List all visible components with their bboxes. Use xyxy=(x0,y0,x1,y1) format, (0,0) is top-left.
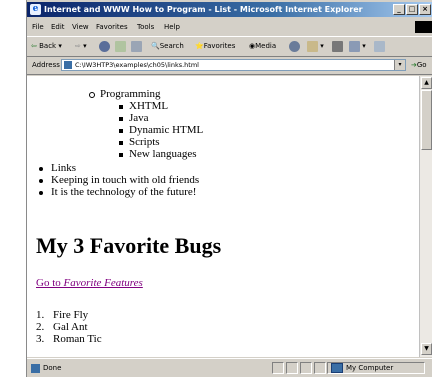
favorites-icon: ⭐ xyxy=(195,42,204,50)
list-item: Keeping in touch with old friends xyxy=(51,174,200,186)
list-item-programming: Programming xyxy=(100,88,161,100)
list-item: Java xyxy=(129,112,149,124)
menu-favorites[interactable]: Favorites xyxy=(96,20,128,34)
disc-bullet-icon xyxy=(39,179,43,183)
print-button[interactable] xyxy=(332,37,343,56)
list-item: Links xyxy=(51,162,77,174)
vertical-scrollbar[interactable]: ▲ ▼ xyxy=(419,76,432,357)
search-icon: 🔍 xyxy=(151,42,160,50)
go-button[interactable]: ➔Go xyxy=(411,60,432,71)
status-panel xyxy=(286,362,298,374)
computer-icon xyxy=(331,363,343,373)
status-bar: Done My Computer xyxy=(27,358,432,377)
discuss-icon xyxy=(374,40,385,52)
forward-button[interactable]: ⇨ ▾ xyxy=(75,37,87,56)
list-item: New languages xyxy=(129,148,197,160)
menu-tools[interactable]: Tools xyxy=(137,20,154,34)
square-bullet-icon xyxy=(119,117,123,121)
menu-file[interactable]: File xyxy=(32,20,44,34)
minimize-button[interactable]: _ xyxy=(393,4,405,15)
favorite-features-link[interactable]: Go to Favorite Features xyxy=(36,277,143,289)
page-icon xyxy=(31,363,40,373)
discuss-button[interactable] xyxy=(374,37,385,56)
menu-edit[interactable]: Edit xyxy=(51,20,65,34)
stop-button[interactable] xyxy=(99,37,110,56)
refresh-button[interactable] xyxy=(115,37,126,56)
browser-window: e Internet and WWW How to Program - List… xyxy=(26,0,432,377)
status-panel xyxy=(272,362,284,374)
list-number: 1. xyxy=(36,309,45,321)
window-title: Internet and WWW How to Program - List -… xyxy=(44,5,363,14)
list-item: It is the technology of the future! xyxy=(51,186,197,198)
history-icon xyxy=(289,40,300,52)
square-bullet-icon xyxy=(119,129,123,133)
menu-help[interactable]: Help xyxy=(164,20,180,34)
scroll-up-button[interactable]: ▲ xyxy=(421,77,432,89)
close-button[interactable]: × xyxy=(419,4,431,15)
status-panel xyxy=(314,362,326,374)
circle-bullet-icon xyxy=(89,92,95,98)
maximize-button[interactable]: □ xyxy=(406,4,418,15)
stop-icon xyxy=(99,40,110,52)
mail-button[interactable]: ▾ xyxy=(307,37,324,56)
page-icon xyxy=(64,61,72,69)
status-text: Done xyxy=(31,359,61,377)
address-bar: Address C:\IW3HTP3\examples\ch05\links.h… xyxy=(27,57,432,75)
home-button[interactable] xyxy=(131,37,142,56)
list-item: XHTML xyxy=(129,100,169,112)
address-label: Address xyxy=(32,61,60,69)
address-input[interactable]: C:\IW3HTP3\examples\ch05\links.html ▾ xyxy=(61,59,406,71)
scrollbar-thumb[interactable] xyxy=(421,90,432,150)
list-item: Gal Ant xyxy=(53,321,88,333)
back-button[interactable]: ⇦ Back ▾ xyxy=(31,37,62,56)
list-item: Dynamic HTML xyxy=(129,124,204,136)
status-panel xyxy=(300,362,312,374)
square-bullet-icon xyxy=(119,141,123,145)
page-heading: My 3 Favorite Bugs xyxy=(36,233,222,258)
forward-arrow-icon: ⇨ xyxy=(75,42,81,50)
square-bullet-icon xyxy=(119,105,123,109)
menu-bar: File Edit View Favorites Tools Help xyxy=(27,20,432,34)
print-icon xyxy=(332,40,343,52)
toolbar: ⇦ Back ▾ ⇨ ▾ 🔍Search ⭐Favorites ◉Media ▾… xyxy=(27,36,432,57)
favorites-button[interactable]: ⭐Favorites xyxy=(195,37,235,56)
scroll-down-button[interactable]: ▼ xyxy=(421,343,432,355)
list-number: 2. xyxy=(36,321,45,333)
list-number: 3. xyxy=(36,333,45,345)
disc-bullet-icon xyxy=(39,191,43,195)
windows-logo-icon xyxy=(415,21,432,33)
page-content: Programming XHTML Java Dynamic HTML Scri… xyxy=(27,76,419,357)
address-dropdown-button[interactable]: ▾ xyxy=(394,60,405,70)
list-item: Fire Fly xyxy=(53,309,89,321)
refresh-icon xyxy=(115,40,126,52)
square-bullet-icon xyxy=(119,153,123,157)
history-button[interactable] xyxy=(289,37,300,56)
home-icon xyxy=(131,40,142,52)
search-button[interactable]: 🔍Search xyxy=(151,37,184,56)
list-item: Scripts xyxy=(129,136,160,148)
mail-icon xyxy=(307,40,318,52)
edit-icon xyxy=(349,40,360,52)
edit-button[interactable]: ▾ xyxy=(349,37,366,56)
media-button[interactable]: ◉Media xyxy=(249,37,276,56)
menu-view[interactable]: View xyxy=(72,20,89,34)
title-bar[interactable]: e Internet and WWW How to Program - List… xyxy=(27,2,432,17)
disc-bullet-icon xyxy=(39,167,43,171)
ie-logo-icon: e xyxy=(30,4,41,15)
security-zone: My Computer xyxy=(327,362,425,374)
list-item: Roman Tic xyxy=(53,333,102,345)
back-arrow-icon: ⇦ xyxy=(31,42,37,50)
